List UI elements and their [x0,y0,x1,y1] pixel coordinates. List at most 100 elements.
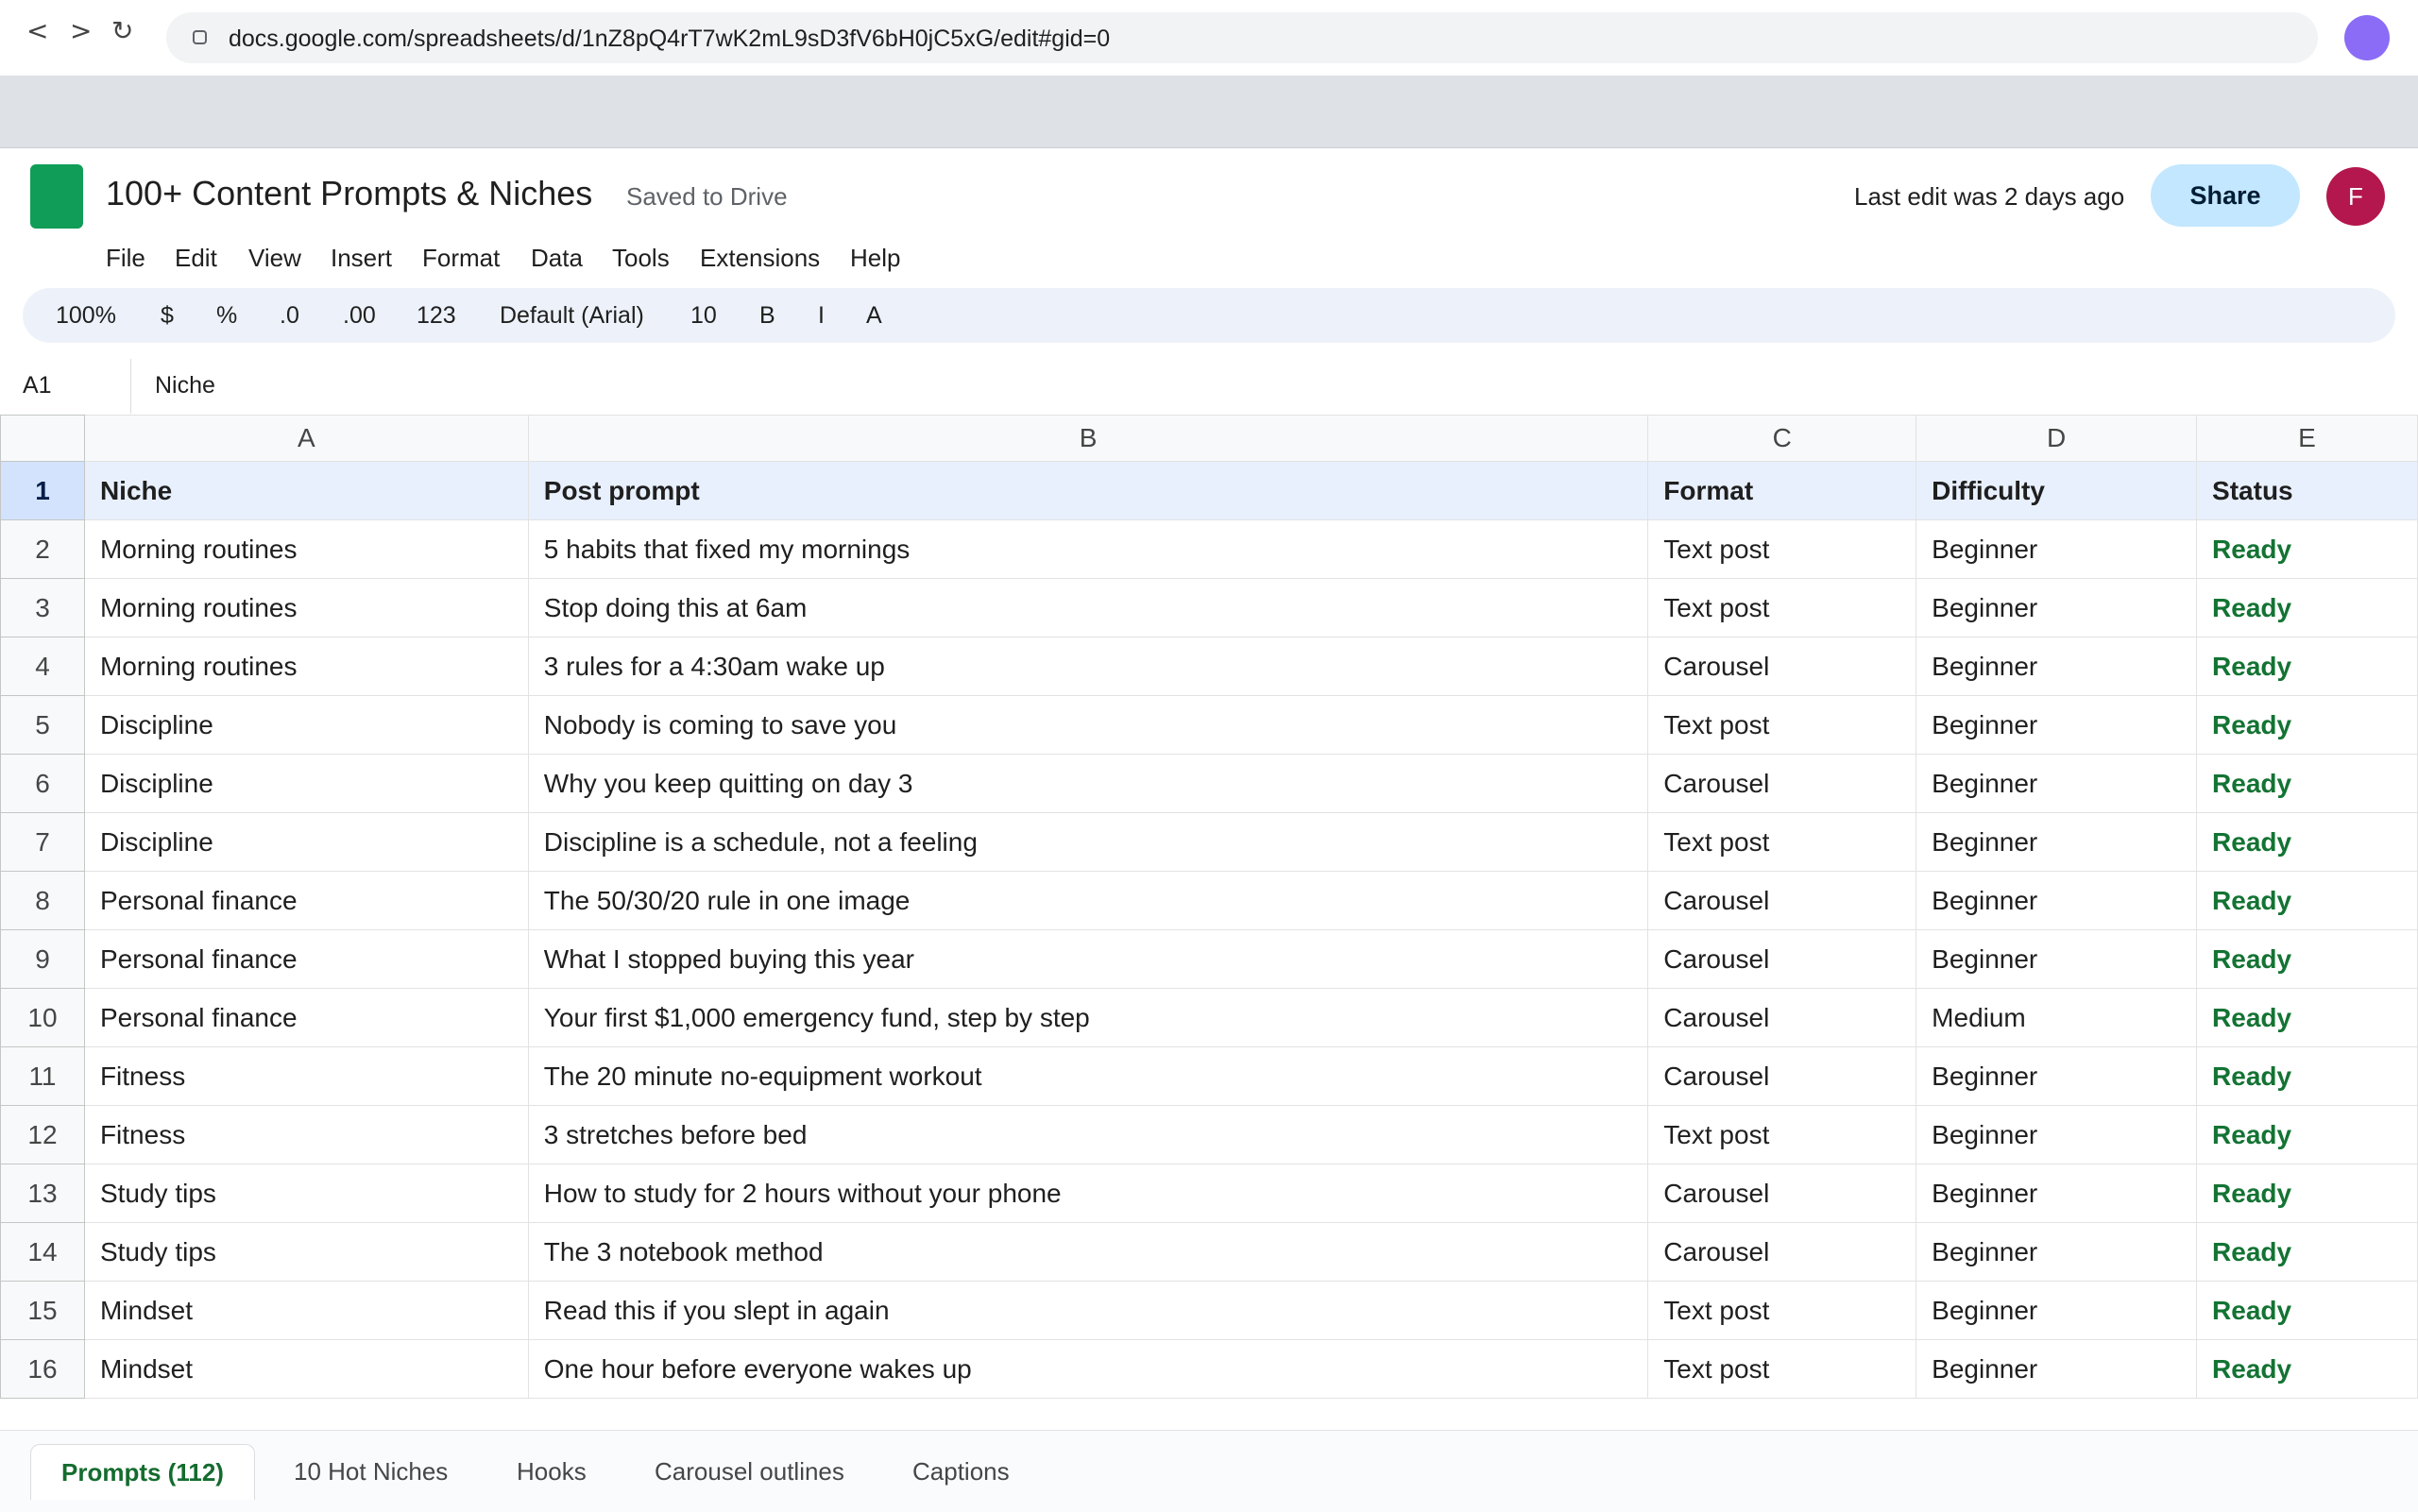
cell-difficulty[interactable]: Beginner [1916,1281,2198,1340]
back-button[interactable]: < [26,15,48,46]
cell-format[interactable]: Text post [1647,1281,1917,1340]
cell-niche[interactable]: Mindset [83,1339,529,1399]
sheet-tab-carousel-outlines[interactable]: Carousel outlines [655,1444,844,1499]
cell-post-prompt[interactable]: Why you keep quitting on day 3 [527,754,1649,813]
cell-difficulty[interactable]: Beginner [1916,929,2198,989]
cell-difficulty[interactable]: Beginner [1916,812,2198,872]
cell-status[interactable]: Ready [2196,578,2418,637]
header-cell-post-prompt[interactable]: Post prompt [527,461,1649,520]
cell-format[interactable]: Text post [1647,519,1917,579]
sheet-tab-prompts[interactable]: Prompts (112) [30,1444,255,1500]
cell-post-prompt[interactable]: Nobody is coming to save you [527,695,1649,755]
cell-format[interactable]: Text post [1647,695,1917,755]
row-number[interactable]: 14 [0,1222,85,1282]
row-number[interactable]: 15 [0,1281,85,1340]
cell-status[interactable]: Ready [2196,1281,2418,1340]
menu-extensions[interactable]: Extensions [700,244,820,273]
cell-difficulty[interactable]: Beginner [1916,519,2198,579]
cell-status[interactable]: Ready [2196,988,2418,1047]
cell-niche[interactable]: Discipline [83,754,529,813]
currency-format-button[interactable]: $ [161,302,174,330]
row-number[interactable]: 16 [0,1339,85,1399]
cell-difficulty[interactable]: Beginner [1916,1046,2198,1106]
row-number[interactable]: 7 [0,812,85,872]
cell-format[interactable]: Carousel [1647,1046,1917,1106]
column-header-c[interactable]: C [1647,415,1917,462]
cell-niche[interactable]: Morning routines [83,578,529,637]
cell-niche[interactable]: Study tips [83,1164,529,1223]
cell-niche[interactable]: Morning routines [83,519,529,579]
cell-difficulty[interactable]: Medium [1916,988,2198,1047]
cell-difficulty[interactable]: Beginner [1916,1105,2198,1164]
last-edit-link[interactable]: Last edit was 2 days ago [1854,182,2124,212]
menu-tools[interactable]: Tools [612,244,670,273]
cell-post-prompt[interactable]: The 20 minute no-equipment workout [527,1046,1649,1106]
decrease-decimal-button[interactable]: .0 [280,302,299,330]
cell-difficulty[interactable]: Beginner [1916,1339,2198,1399]
cell-post-prompt[interactable]: 3 stretches before bed [527,1105,1649,1164]
italic-button[interactable]: I [818,302,825,330]
name-box[interactable]: A1 [23,372,52,399]
menu-data[interactable]: Data [531,244,583,273]
font-size-input[interactable]: 10 [690,302,717,330]
sheet-tab-hooks[interactable]: Hooks [517,1444,587,1499]
cell-status[interactable]: Ready [2196,871,2418,930]
cell-format[interactable]: Carousel [1647,1164,1917,1223]
cell-format[interactable]: Carousel [1647,929,1917,989]
cell-format[interactable]: Text post [1647,1105,1917,1164]
avatar[interactable]: F [2326,167,2385,226]
cell-niche[interactable]: Personal finance [83,988,529,1047]
cell-post-prompt[interactable]: Discipline is a schedule, not a feeling [527,812,1649,872]
cell-post-prompt[interactable]: Your first $1,000 emergency fund, step b… [527,988,1649,1047]
menu-format[interactable]: Format [422,244,500,273]
cell-format[interactable]: Carousel [1647,871,1917,930]
cell-status[interactable]: Ready [2196,1046,2418,1106]
cell-status[interactable]: Ready [2196,519,2418,579]
cell-format[interactable]: Carousel [1647,1222,1917,1282]
browser-profile-avatar[interactable] [2344,15,2390,60]
row-number[interactable]: 13 [0,1164,85,1223]
cell-status[interactable]: Ready [2196,1164,2418,1223]
zoom-select[interactable]: 100% [56,302,116,330]
header-cell-status[interactable]: Status [2196,461,2418,520]
menu-view[interactable]: View [248,244,301,273]
cell-difficulty[interactable]: Beginner [1916,695,2198,755]
forward-button[interactable]: > [70,15,92,46]
menu-edit[interactable]: Edit [175,244,217,273]
cell-status[interactable]: Ready [2196,695,2418,755]
cell-status[interactable]: Ready [2196,1339,2418,1399]
cell-format[interactable]: Text post [1647,1339,1917,1399]
cell-status[interactable]: Ready [2196,754,2418,813]
column-header-b[interactable]: B [527,415,1649,462]
row-number[interactable]: 5 [0,695,85,755]
cell-difficulty[interactable]: Beginner [1916,637,2198,696]
cell-status[interactable]: Ready [2196,1222,2418,1282]
sheet-tab-captions[interactable]: Captions [912,1444,1010,1499]
sheet-tab-hot-niches[interactable]: 10 Hot Niches [294,1444,448,1499]
cell-post-prompt[interactable]: Read this if you slept in again [527,1281,1649,1340]
cell-niche[interactable]: Mindset [83,1281,529,1340]
row-number[interactable]: 12 [0,1105,85,1164]
formula-input[interactable]: Niche [155,372,215,399]
header-cell-niche[interactable]: Niche [83,461,529,520]
cell-niche[interactable]: Fitness [83,1046,529,1106]
menu-help[interactable]: Help [850,244,900,273]
row-number[interactable]: 11 [0,1046,85,1106]
row-number[interactable]: 10 [0,988,85,1047]
document-title[interactable]: 100+ Content Prompts & Niches [106,174,592,213]
cell-difficulty[interactable]: Beginner [1916,754,2198,813]
site-info-icon[interactable] [193,30,207,44]
cell-niche[interactable]: Study tips [83,1222,529,1282]
select-all-corner[interactable] [0,415,85,462]
row-number[interactable]: 8 [0,871,85,930]
cell-post-prompt[interactable]: How to study for 2 hours without your ph… [527,1164,1649,1223]
cell-format[interactable]: Text post [1647,812,1917,872]
row-number[interactable]: 2 [0,519,85,579]
address-bar[interactable]: docs.google.com/spreadsheets/d/1nZ8pQ4rT… [166,12,2318,63]
cell-post-prompt[interactable]: 5 habits that fixed my mornings [527,519,1649,579]
cell-difficulty[interactable]: Beginner [1916,578,2198,637]
reload-button[interactable]: ↻ [111,15,133,46]
menu-insert[interactable]: Insert [331,244,392,273]
row-number[interactable]: 3 [0,578,85,637]
cell-status[interactable]: Ready [2196,1105,2418,1164]
